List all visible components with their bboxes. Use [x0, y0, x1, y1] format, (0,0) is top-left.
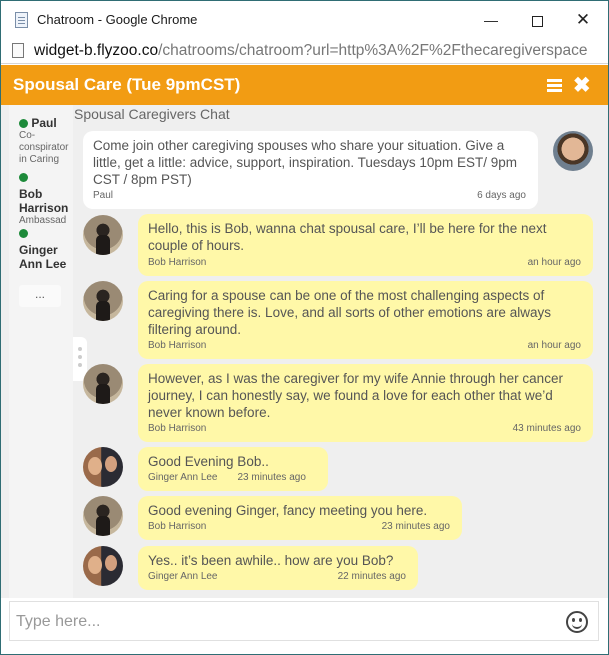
message-author: Ginger Ann Lee: [148, 571, 218, 582]
message-bubble: Caring for a spouse can be one of the mo…: [138, 281, 593, 359]
close-icon: ✕: [575, 10, 591, 29]
close-icon[interactable]: ✖: [573, 73, 591, 98]
minimize-button[interactable]: —: [468, 7, 514, 33]
chat-header: Spousal Care (Tue 9pmCST) ✖: [1, 65, 608, 105]
avatar[interactable]: [83, 496, 123, 536]
member-name: Ginger Ann Lee: [19, 243, 67, 271]
member-role: Co-conspirator in Caring: [19, 130, 69, 165]
online-dot-icon: [19, 229, 28, 239]
online-dot-icon: [19, 173, 28, 183]
browser-window: Chatroom - Google Chrome — ✕ widget-b.fl…: [0, 0, 609, 655]
room-name: Spousal Caregivers Chat: [74, 106, 230, 122]
message-author: Bob Harrison: [148, 257, 207, 268]
message-author: Bob Harrison: [148, 423, 207, 434]
member-item[interactable]: Ginger Ann Lee: [19, 225, 75, 271]
emoji-icon[interactable]: [566, 611, 588, 633]
document-icon: [12, 43, 24, 58]
message-author: Bob Harrison: [148, 521, 207, 532]
message-bubble: Good evening Ginger, fancy meeting you h…: [138, 496, 462, 540]
message-bubble: Yes.. it’s been awhile.. how are you Bob…: [138, 546, 418, 590]
avatar[interactable]: [553, 131, 593, 171]
online-dot-icon: [19, 119, 28, 129]
message-author: Bob Harrison: [148, 340, 207, 351]
message-text: Hello, this is Bob, wanna chat spousal c…: [148, 221, 547, 253]
message-bubble: Come join other caregiving spouses who s…: [83, 131, 538, 209]
message-author: Ginger Ann Lee: [148, 472, 218, 483]
maximize-button[interactable]: [514, 7, 560, 33]
minimize-icon: —: [484, 12, 498, 28]
message-text: Yes.. it’s been awhile.. how are you Bob…: [148, 553, 394, 568]
close-window-button[interactable]: ✕: [560, 7, 606, 33]
avatar[interactable]: [83, 546, 123, 586]
room-title: Spousal Care (Tue 9pmCST): [13, 75, 241, 94]
member-list: Paul Co-conspirator in Caring Bob Harris…: [9, 105, 73, 598]
message-text: However, as I was the caregiver for my w…: [148, 371, 563, 420]
window-title: Chatroom - Google Chrome: [37, 12, 198, 27]
address-bar[interactable]: widget-b.flyzoo.co/chatrooms/chatroom?ur…: [1, 38, 608, 64]
message-time: an hour ago: [527, 340, 581, 351]
member-item[interactable]: Paul Co-conspirator in Caring: [19, 116, 75, 166]
page-icon: [15, 12, 28, 28]
avatar[interactable]: [83, 215, 123, 255]
title-bar: Chatroom - Google Chrome — ✕: [1, 1, 608, 38]
message-bubble: Good Evening Bob.. Ginger Ann Lee 23 minu…: [138, 447, 328, 491]
message-author: Paul: [93, 190, 114, 201]
message-text: Come join other caregiving spouses who s…: [93, 138, 517, 187]
message-time: 23 minutes ago: [237, 472, 306, 483]
chat-body: Paul Co-conspirator in Caring Bob Harris…: [1, 105, 608, 598]
avatar[interactable]: [83, 281, 123, 321]
member-name: Bob Harrison: [19, 187, 69, 215]
message-text: Good evening Ginger, fancy meeting you h…: [148, 503, 428, 518]
menu-icon[interactable]: [547, 79, 562, 92]
message-time: 6 days ago: [477, 190, 526, 201]
avatar[interactable]: [83, 447, 123, 487]
message-time: an hour ago: [527, 257, 581, 268]
avatar[interactable]: [83, 364, 123, 404]
maximize-icon: [531, 15, 543, 27]
message-text: Caring for a spouse can be one of the mo…: [148, 288, 551, 337]
message-time: 23 minutes ago: [381, 521, 450, 532]
message-bubble: Hello, this is Bob, wanna chat spousal c…: [138, 214, 593, 276]
message-text: Good Evening Bob..: [148, 454, 269, 469]
message-composer: [9, 601, 599, 641]
member-item[interactable]: Bob Harrison Ambassad: [19, 169, 75, 227]
message-input[interactable]: [16, 611, 556, 633]
message-time: 43 minutes ago: [512, 423, 581, 434]
url-text[interactable]: widget-b.flyzoo.co/chatrooms/chatroom?ur…: [34, 42, 588, 60]
more-members-button[interactable]: ...: [19, 285, 61, 307]
member-name: Paul: [31, 116, 57, 130]
message-bubble: However, as I was the caregiver for my w…: [138, 364, 593, 442]
message-time: 22 minutes ago: [337, 571, 406, 582]
